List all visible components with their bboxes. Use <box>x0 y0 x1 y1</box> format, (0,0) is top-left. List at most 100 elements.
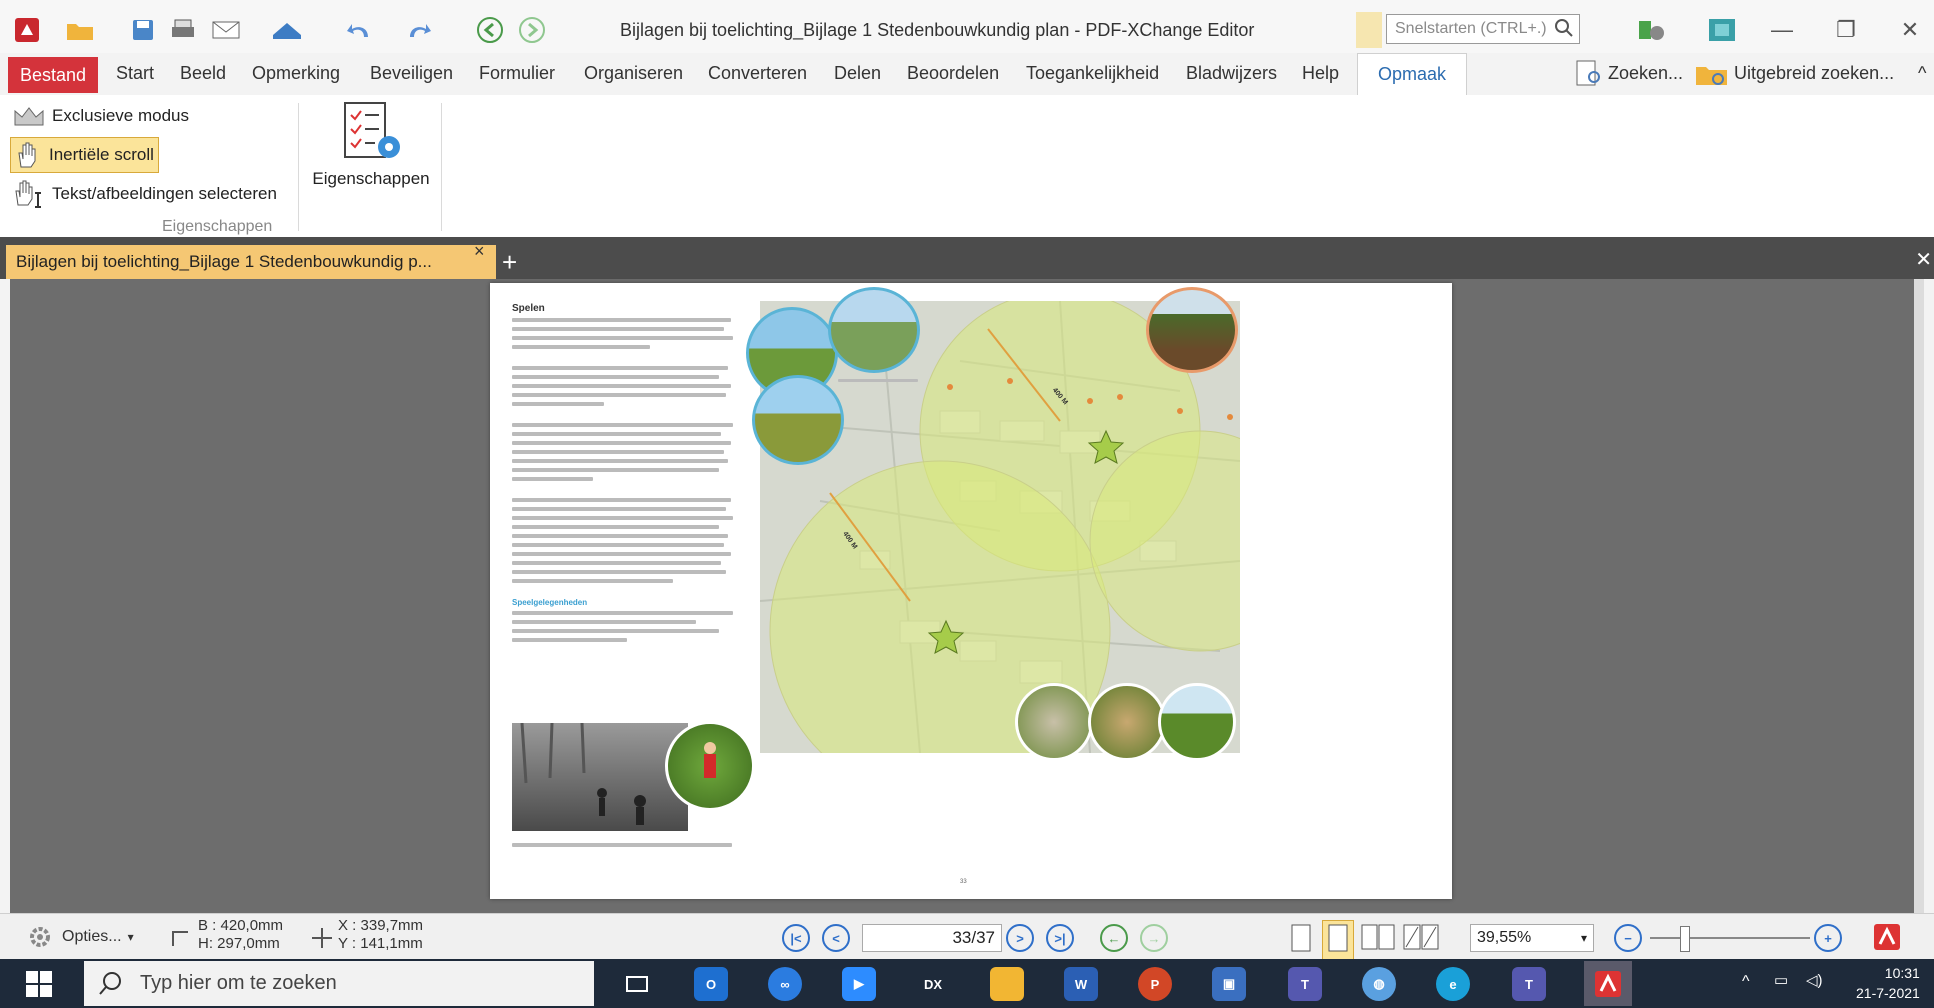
quick-launch-search[interactable]: Snelstarten (CTRL+.) <box>1386 14 1580 44</box>
previous-view-button[interactable]: ← <box>1100 924 1128 952</box>
menu-opmaak[interactable]: Opmaak <box>1357 53 1467 95</box>
menu-formulier[interactable]: Formulier <box>479 63 555 84</box>
menu-converteren[interactable]: Converteren <box>708 63 807 84</box>
menu-bladwijzers[interactable]: Bladwijzers <box>1186 63 1277 84</box>
exclusive-mode-button[interactable]: Exclusieve modus <box>12 99 189 133</box>
restore-button[interactable]: ❐ <box>1826 14 1866 46</box>
previous-page-button[interactable]: < <box>822 924 850 952</box>
find-button[interactable]: Zoeken... <box>1574 59 1683 87</box>
page-number-input[interactable]: 33/37 <box>862 924 1002 952</box>
vertical-scrollbar[interactable] <box>1914 279 1924 913</box>
document-tab[interactable]: Bijlagen bij toelichting_Bijlage 1 Stede… <box>6 245 496 279</box>
last-page-button[interactable]: >| <box>1046 924 1074 952</box>
open-folder-icon[interactable] <box>60 14 100 46</box>
menu-bestand[interactable]: Bestand <box>8 57 98 93</box>
dell-icon[interactable]: DX <box>916 967 950 1001</box>
document-viewer[interactable]: Spelen Speelgelegenheden 400 M 400 M 33 <box>10 279 1924 913</box>
menu-opmerking[interactable]: Opmerking <box>252 63 340 84</box>
redo-icon[interactable] <box>398 14 438 46</box>
menu-beeld[interactable]: Beeld <box>180 63 226 84</box>
search-icon <box>99 971 121 995</box>
select-text-label: Tekst/afbeeldingen selecteren <box>52 184 277 203</box>
save-icon[interactable] <box>126 14 160 46</box>
teams-icon[interactable]: T <box>1288 967 1322 1001</box>
zoom-slider-track[interactable] <box>1650 937 1810 939</box>
volume-icon[interactable]: ◁) <box>1806 971 1823 989</box>
menu-toegankelijkheid[interactable]: Toegankelijkheid <box>1026 63 1159 84</box>
properties-button[interactable]: Eigenschappen <box>304 101 438 201</box>
quick-launch-placeholder: Snelstarten (CTRL+.) <box>1395 20 1547 37</box>
taskbar: Typ hier om te zoeken O ∞ ▶ DX W P ▣ T ◍… <box>0 959 1934 1008</box>
advanced-find-button[interactable]: Uitgebreid zoeken... <box>1694 59 1894 87</box>
app-logo-icon[interactable] <box>12 14 42 46</box>
minimize-button[interactable]: — <box>1762 14 1802 46</box>
taskbar-search[interactable]: Typ hier om te zoeken <box>84 961 594 1006</box>
clock-time: 10:31 <box>1884 965 1920 981</box>
new-tab-button[interactable]: + <box>502 247 517 278</box>
word-icon[interactable]: W <box>1064 967 1098 1001</box>
network-icon[interactable]: ▭ <box>1774 971 1788 989</box>
teams-2-icon[interactable]: T <box>1512 967 1546 1001</box>
menu-help[interactable]: Help <box>1302 63 1339 84</box>
task-view-icon[interactable] <box>620 967 654 1001</box>
zoom-in-button[interactable]: + <box>1814 924 1842 952</box>
cursor-position: X : 339,7mm Y : 141,1mm <box>338 917 423 953</box>
windows-start-icon[interactable] <box>26 971 52 1002</box>
scan-icon[interactable] <box>264 14 310 46</box>
pdf-icon[interactable] <box>1872 922 1902 957</box>
two-page-icon[interactable] <box>1360 923 1396 958</box>
next-view-button[interactable]: → <box>1140 924 1168 952</box>
inertial-scroll-button[interactable]: Inertiële scroll <box>10 137 159 173</box>
outlook-icon[interactable]: O <box>694 967 728 1001</box>
next-page-button[interactable]: > <box>1006 924 1034 952</box>
email-icon[interactable] <box>206 14 246 46</box>
options-label: Opties... <box>62 928 122 945</box>
edge-icon[interactable]: e <box>1436 967 1470 1001</box>
back-icon[interactable] <box>472 14 508 46</box>
tabbar-close-icon[interactable]: ✕ <box>1915 247 1932 272</box>
menu-organiseren[interactable]: Organiseren <box>584 63 683 84</box>
fullscreen-icon[interactable] <box>1702 14 1742 46</box>
pdf-xchange-taskbar-icon[interactable] <box>1584 961 1632 1006</box>
file-explorer-icon[interactable] <box>990 967 1024 1001</box>
zoom-slider-thumb[interactable] <box>1680 926 1690 952</box>
two-page-continuous-icon[interactable] <box>1402 923 1442 958</box>
globe-icon[interactable]: ◍ <box>1362 967 1396 1001</box>
inertial-scroll-label: Inertiële scroll <box>49 145 154 164</box>
single-page-icon[interactable] <box>1288 923 1314 958</box>
gear-icon <box>30 927 50 947</box>
taskbar-search-placeholder: Typ hier om te zoeken <box>140 972 337 994</box>
cursor-icon <box>310 926 334 955</box>
clock[interactable]: 10:31 21-7-2021 <box>1856 963 1920 1003</box>
powerpoint-icon[interactable]: P <box>1138 967 1172 1001</box>
menu-beveiligen[interactable]: Beveiligen <box>370 63 453 84</box>
find-icon <box>1576 60 1600 86</box>
document-tab-label: Bijlagen bij toelichting_Bijlage 1 Stede… <box>16 252 432 271</box>
zoom-out-button[interactable]: − <box>1614 924 1642 952</box>
options-button[interactable]: Opties... ▾ <box>26 924 134 950</box>
meeting-icon[interactable]: ∞ <box>768 967 802 1001</box>
menu-delen[interactable]: Delen <box>834 63 881 84</box>
tab-close-icon[interactable]: × <box>474 241 485 262</box>
select-text-button[interactable]: Tekst/afbeeldingen selecteren <box>12 177 277 211</box>
page-height: H: 297,0mm <box>198 935 280 952</box>
forward-icon[interactable] <box>514 14 550 46</box>
menu-start[interactable]: Start <box>116 63 154 84</box>
advanced-find-label: Uitgebreid zoeken... <box>1734 62 1895 83</box>
zoom-app-icon[interactable]: ▶ <box>842 967 876 1001</box>
zoom-input[interactable]: 39,55% ▾ <box>1470 924 1594 952</box>
close-window-button[interactable]: ✕ <box>1890 14 1930 46</box>
photo-circle-4 <box>1146 287 1238 373</box>
ribbon-separator <box>298 103 299 231</box>
undo-icon[interactable] <box>340 14 380 46</box>
continuous-page-icon[interactable] <box>1322 920 1354 961</box>
ribbon-collapse-icon[interactable]: ^ <box>1918 63 1926 84</box>
pdf-page: Spelen Speelgelegenheden 400 M 400 M 33 <box>490 283 1452 899</box>
remote-desktop-icon[interactable]: ▣ <box>1212 967 1246 1001</box>
tray-chevron-icon[interactable]: ^ <box>1742 973 1750 991</box>
menu-beoordelen[interactable]: Beoordelen <box>907 63 999 84</box>
print-icon[interactable] <box>166 14 200 46</box>
plugins-icon[interactable] <box>1632 14 1672 46</box>
first-page-button[interactable]: |< <box>782 924 810 952</box>
page-number: 33 <box>960 879 967 885</box>
